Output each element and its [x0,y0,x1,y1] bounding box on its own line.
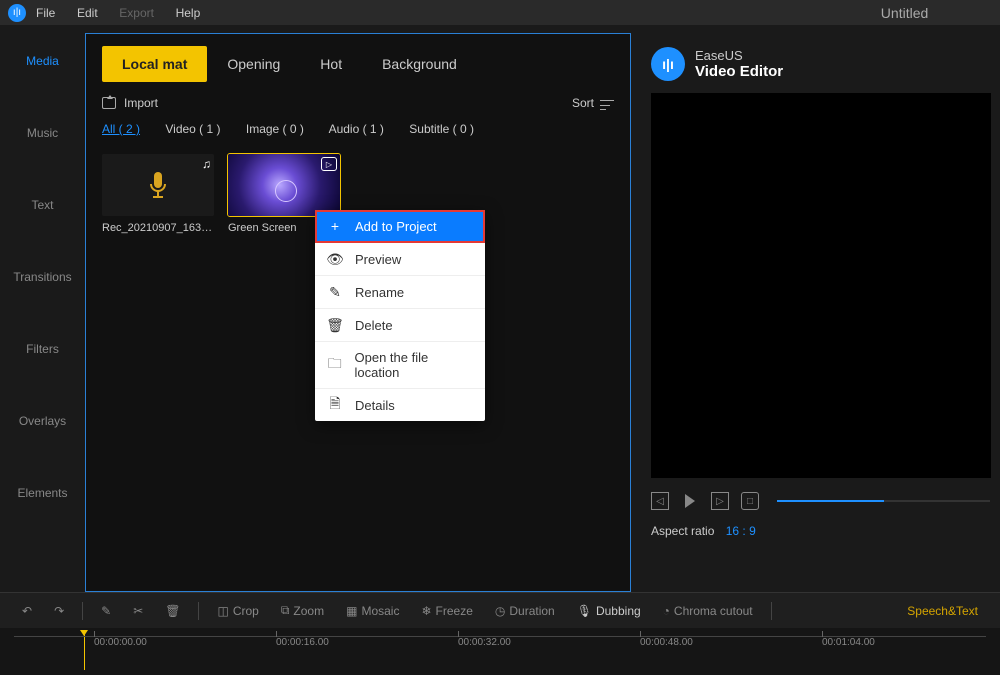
video-badge-icon: ▷ [321,157,337,171]
edit-tool[interactable]: ✎ [93,604,119,618]
preview-screen [651,93,991,478]
app-logo-icon: ı|ı [8,4,26,22]
media-caption: Rec_20210907_1635... [102,222,214,234]
sidebar-item-transitions[interactable]: Transitions [0,241,85,313]
time-tick: 00:01:04.00 [822,637,875,648]
time-ruler[interactable]: 00:00:00.00 00:00:16.00 00:00:32.00 00:0… [14,636,986,666]
freeze-tool[interactable]: ❄ Freeze [413,604,480,618]
import-button[interactable]: Import [124,96,158,110]
sidebar-item-filters[interactable]: Filters [0,313,85,385]
details-icon: 🗎 [327,397,343,413]
progress-bar[interactable] [777,500,990,502]
transport-controls: ◁ ▷ □ [641,478,1000,524]
left-sidebar: Media Music Text Transitions Filters Ove… [0,25,85,592]
time-tick: 00:00:00.00 [94,637,147,648]
time-tick: 00:00:48.00 [640,637,693,648]
prev-button[interactable]: ◁ [651,492,669,510]
menu-help[interactable]: Help [176,6,201,20]
undo-button[interactable]: ↶ [14,604,40,618]
context-menu: + Add to Project 👁 Preview ✎ Rename 🗑 De… [315,210,485,421]
brand-logo-icon: ı|ı [651,47,685,81]
cut-tool[interactable]: ✂ [125,604,151,618]
redo-button[interactable]: ↷ [46,604,72,618]
zoom-tool[interactable]: ⧉ Zoom [273,603,332,618]
play-button[interactable] [681,492,699,510]
stop-button[interactable]: □ [741,492,759,510]
brand-line2: Video Editor [695,63,783,80]
brand-line1: EaseUS [695,48,783,63]
ctx-rename[interactable]: ✎ Rename [315,276,485,309]
brand-banner: ı|ı EaseUS Video Editor [641,35,1000,93]
tab-opening[interactable]: Opening [207,46,300,82]
ctx-add-to-project[interactable]: + Add to Project [315,210,485,243]
music-note-icon: ♫ [202,157,211,171]
sidebar-item-text[interactable]: Text [0,169,85,241]
filter-video[interactable]: Video ( 1 ) [165,122,220,136]
filter-audio[interactable]: Audio ( 1 ) [329,122,384,136]
aspect-value: 16 : 9 [726,524,756,538]
plus-icon: + [327,218,343,234]
sidebar-item-music[interactable]: Music [0,97,85,169]
import-icon[interactable] [102,97,116,109]
pencil-icon: ✎ [327,284,343,300]
filter-subtitle[interactable]: Subtitle ( 0 ) [409,122,474,136]
sidebar-item-elements[interactable]: Elements [0,457,85,529]
top-menu-bar: ı|ı File Edit Export Help Untitled [0,0,1000,25]
dubbing-tool[interactable]: 🎙 Dubbing [569,604,649,618]
time-tick: 00:00:16.00 [276,637,329,648]
sort-icon[interactable] [600,100,614,110]
chroma-tool[interactable]: ◔ Chroma cutout [655,604,761,618]
media-thumbnail-audio[interactable]: ♫ [102,154,214,216]
menu-export: Export [119,6,154,20]
ctx-delete[interactable]: 🗑 Delete [315,309,485,342]
tab-background[interactable]: Background [362,46,477,82]
filter-image[interactable]: Image ( 0 ) [246,122,304,136]
menu-file[interactable]: File [36,6,55,20]
media-item[interactable]: ♫ Rec_20210907_1635... [102,154,214,234]
source-tabs: Local mat Opening Hot Background [86,44,630,84]
sidebar-item-overlays[interactable]: Overlays [0,385,85,457]
eye-icon: 👁 [327,251,343,267]
filter-all[interactable]: All ( 2 ) [102,122,140,136]
mosaic-tool[interactable]: ▦ Mosaic [338,604,407,618]
tab-local[interactable]: Local mat [102,46,207,82]
timeline[interactable]: 00:00:00.00 00:00:16.00 00:00:32.00 00:0… [0,628,1000,675]
menu-bar: File Edit Export Help [36,5,218,20]
ctx-preview[interactable]: 👁 Preview [315,243,485,276]
delete-tool[interactable]: 🗑 [157,604,188,618]
duration-tool[interactable]: ◷ Duration [487,604,563,618]
aspect-ratio[interactable]: Aspect ratio 16 : 9 [641,524,1000,538]
time-tick: 00:00:32.00 [458,637,511,648]
aspect-label: Aspect ratio [651,524,714,538]
ctx-details[interactable]: 🗎 Details [315,389,485,421]
trash-icon: 🗑 [327,317,343,333]
next-button[interactable]: ▷ [711,492,729,510]
ctx-open-location[interactable]: 🗀 Open the file location [315,342,485,389]
tab-hot[interactable]: Hot [300,46,362,82]
media-filter-bar: All ( 2 ) Video ( 1 ) Image ( 0 ) Audio … [86,116,630,146]
menu-edit[interactable]: Edit [77,6,98,20]
timeline-toolbar: ↶ ↷ ✎ ✂ 🗑 ◫ Crop ⧉ Zoom ▦ Mosaic ❄ Freez… [0,592,1000,628]
speech-text-tool[interactable]: Speech&Text [899,604,986,618]
preview-panel: ı|ı EaseUS Video Editor ◁ ▷ □ Aspect rat… [631,25,1000,592]
media-thumbnail-video[interactable]: ▷ [228,154,340,216]
project-title: Untitled [881,5,928,21]
sidebar-item-media[interactable]: Media [0,25,85,97]
crop-tool[interactable]: ◫ Crop [209,604,266,618]
sort-label[interactable]: Sort [572,96,594,110]
folder-icon: 🗀 [327,357,343,373]
